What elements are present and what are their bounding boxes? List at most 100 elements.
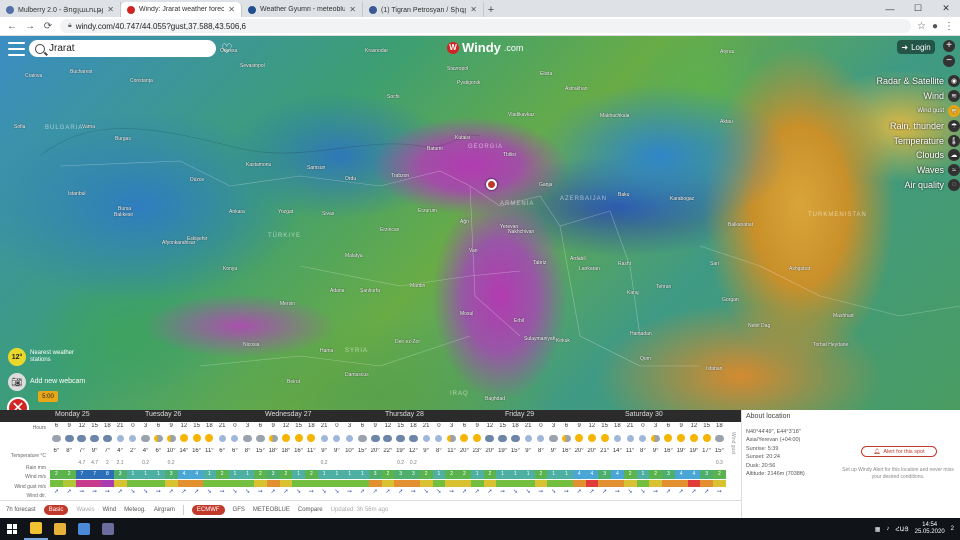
close-tab-icon[interactable]: ✕	[107, 5, 114, 14]
airgram-tab[interactable]: Airgram	[154, 507, 175, 513]
layer-item[interactable]: Rain, thunder ☂	[890, 118, 960, 133]
add-webcam-label[interactable]: Add new webcam	[30, 378, 85, 385]
nearest-station-temp[interactable]: 12°	[8, 348, 26, 366]
wind-cell: 1	[203, 470, 216, 479]
rain-icon	[90, 434, 100, 442]
temperature-row: 6° 8° 7° 9° 7° 4° 2° 4° 6° 10° 14° 16° 11° 6° 6° 8° 15° 1…	[50, 448, 726, 457]
ecmwf-model[interactable]: ECMWF	[191, 504, 225, 515]
wind-cell: 1	[330, 470, 344, 479]
layer-item[interactable]: Wind gust ≋	[917, 104, 960, 119]
place-label: Sochi	[387, 94, 400, 100]
volume-icon[interactable]: ♪	[886, 526, 889, 532]
alert-button[interactable]: 🔔︎ Alert for this spot	[861, 446, 937, 457]
close-tab-icon[interactable]: ✕	[349, 5, 356, 14]
new-tab-button[interactable]: +	[484, 4, 498, 16]
layer-item[interactable]: Wind ≋	[923, 89, 960, 104]
gfs-model[interactable]: GFS	[233, 507, 245, 513]
zoom-out-button[interactable]: −	[943, 55, 955, 67]
hour-cell: 3	[653, 423, 658, 429]
login-button[interactable]: ➜ Login	[897, 40, 935, 54]
rain-cell	[369, 460, 382, 468]
taskbar-app-explorer[interactable]	[48, 518, 72, 540]
place-label: Lankaran	[579, 266, 600, 272]
temp-cell: 18°	[281, 448, 291, 454]
hour-cell: 6	[54, 423, 59, 429]
day-label[interactable]: Thursday 28	[385, 411, 424, 418]
wind-cell: 2	[419, 470, 433, 479]
tomorrow-forecast-button[interactable]: 7h forecast	[6, 507, 36, 513]
country-label: TURKMENISTAN	[808, 212, 867, 218]
minimize-icon[interactable]: —	[876, 0, 904, 17]
profile-icon[interactable]: ●	[932, 21, 938, 32]
close-tab-icon[interactable]: ✕	[228, 5, 235, 14]
location-pin-icon[interactable]	[486, 179, 497, 190]
place-label: Ganja	[539, 182, 553, 188]
waves-tab[interactable]: Waves	[76, 507, 94, 513]
menu-icon[interactable]	[8, 42, 25, 56]
layer-item[interactable]: Temperature 🌡︎	[893, 133, 960, 148]
layer-item[interactable]: Waves ≈	[917, 163, 960, 178]
nearest-stations-label[interactable]: Nearest weather stations	[30, 350, 85, 364]
day-label[interactable]: Wednesday 27	[265, 411, 312, 418]
wind-dir-cell: ➚	[487, 489, 493, 495]
search-box[interactable]	[29, 40, 216, 57]
compare-button[interactable]: Compare	[298, 507, 323, 513]
temp-cell: 19°	[689, 448, 699, 454]
back-icon[interactable]: ←	[6, 21, 18, 32]
gust-cell	[241, 480, 254, 487]
meteogram-tab[interactable]: Meteog.	[124, 507, 146, 513]
rain-cell	[382, 460, 395, 468]
clock[interactable]: 14:54 25.05.2020	[915, 522, 945, 536]
reload-icon[interactable]: ⟳	[42, 21, 54, 32]
wind-dir-cell: ➚	[461, 489, 467, 495]
notifications-icon[interactable]: 2	[951, 526, 954, 532]
gust-cell	[419, 480, 433, 487]
wind-cell: 1	[636, 470, 650, 479]
country-label: IRAQ	[450, 391, 469, 397]
day-label[interactable]: Friday 29	[505, 411, 534, 418]
hour-cell: 12	[588, 423, 596, 429]
taskbar-app-app[interactable]	[96, 518, 120, 540]
network-icon[interactable]: ▦	[875, 526, 881, 533]
day-label[interactable]: Saturday 30	[625, 411, 663, 418]
weather-cell	[369, 432, 382, 444]
basic-tab[interactable]: Basic	[43, 504, 69, 515]
weather-cell	[458, 432, 471, 444]
wind-cell: 4	[674, 470, 688, 479]
rain-cell: 0.3	[715, 460, 723, 466]
rain-cell	[50, 460, 63, 468]
time-badge[interactable]: 5:00	[38, 391, 58, 402]
start-button[interactable]	[0, 518, 24, 540]
browser-tab[interactable]: Mulberry 2.0 - Յոցլաւություն ✕	[0, 2, 121, 17]
layer-item[interactable]: Radar & Satellite ◉	[876, 74, 960, 89]
layer-item[interactable]: Clouds ☁	[916, 148, 960, 163]
language-indicator[interactable]: ՀԱՅ	[895, 526, 908, 533]
browser-tab[interactable]: Windy: Jrarat weather forecast✕	[121, 2, 242, 17]
forward-icon[interactable]: →	[24, 21, 36, 32]
search-input[interactable]	[49, 43, 199, 54]
meteoblue-model[interactable]: METEOBLUE	[253, 507, 290, 513]
day-label[interactable]: Tuesday 26	[145, 411, 181, 418]
maximize-icon[interactable]: ☐	[904, 0, 932, 17]
browser-tab[interactable]: (1) Tigran Petrosyan / Տիգրան ✕	[363, 2, 484, 17]
temp-cell: 4°	[142, 448, 149, 454]
menu-icon[interactable]: ⋮	[944, 21, 954, 32]
browser-tab[interactable]: Weather Gyumri - meteoblue ✕	[242, 2, 363, 17]
wind-cell: 4	[687, 470, 701, 479]
star-icon[interactable]: ☆	[917, 21, 926, 32]
url-field[interactable]: 🔒︎ windy.com/40.747/44.055?gust,37.588,4…	[60, 19, 911, 33]
row-label-text: Wind	[25, 474, 37, 480]
taskbar-app-media[interactable]	[72, 518, 96, 540]
zoom-in-button[interactable]: +	[943, 40, 955, 52]
webcam-icon[interactable]: 📷︎	[8, 373, 26, 391]
country-label: GEORGIA	[468, 144, 504, 150]
close-tab-icon[interactable]: ✕	[470, 5, 477, 14]
taskbar-app-chrome[interactable]	[24, 518, 48, 540]
day-label[interactable]: Monday 25	[55, 411, 90, 418]
layer-item[interactable]: Air quality ◌	[904, 178, 960, 193]
favorite-heart-icon[interactable]: ♡	[221, 41, 233, 57]
wind-dir-cell: ➘	[296, 489, 302, 495]
close-window-icon[interactable]: ✕	[932, 0, 960, 17]
weather-map[interactable]: GEORGIA AZERBAIJAN TÜRKIYE SYRIA IRAQ TURKMEN…	[0, 36, 960, 410]
wind-tab[interactable]: Wind	[102, 507, 116, 513]
